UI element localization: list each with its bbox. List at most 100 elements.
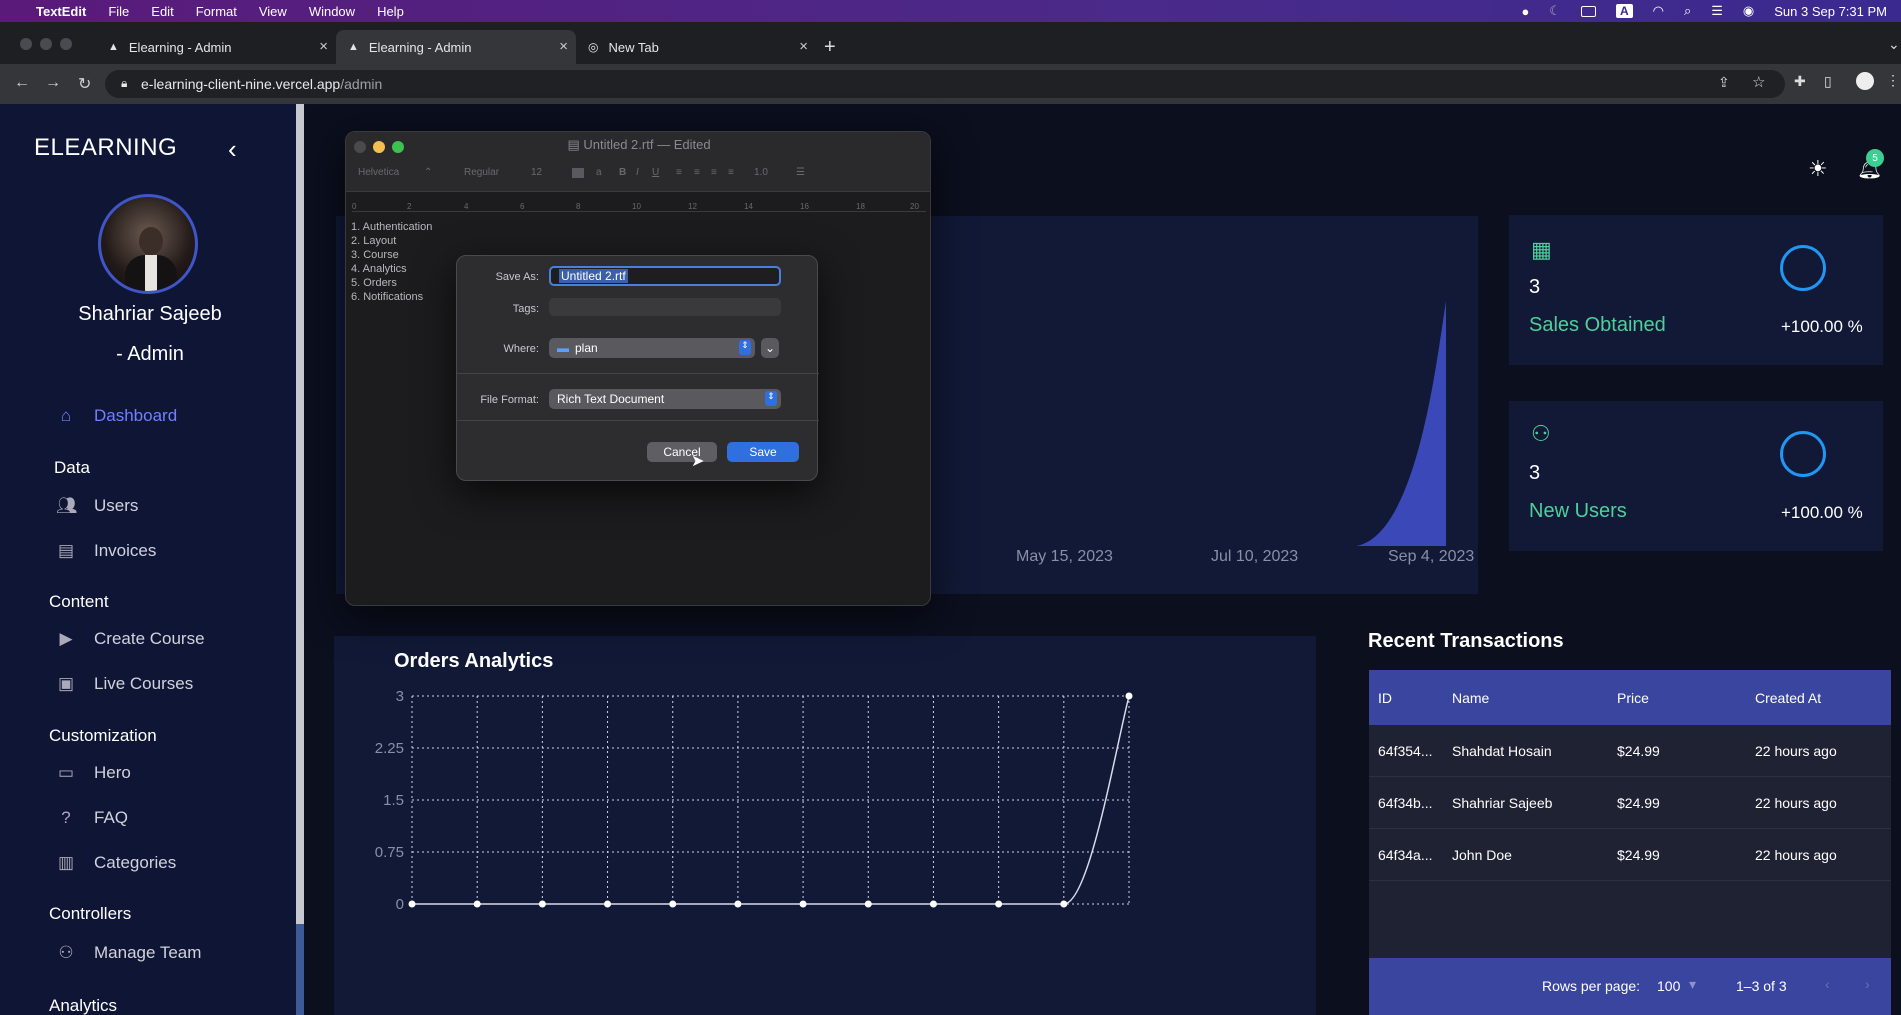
align-left-icon[interactable]: ≡ xyxy=(676,167,682,178)
data-point[interactable] xyxy=(604,900,612,908)
data-point[interactable] xyxy=(1125,692,1133,700)
data-point[interactable] xyxy=(1060,900,1068,908)
expand-dialog-button[interactable]: ⌄ xyxy=(761,338,779,358)
share-icon[interactable]: ⇪ xyxy=(1718,74,1730,91)
data-point[interactable] xyxy=(929,900,937,908)
justify-icon[interactable]: ≡ xyxy=(728,167,734,178)
side-panel-icon[interactable]: ▯ xyxy=(1824,73,1832,90)
sidebar-scrollbar[interactable] xyxy=(296,104,304,1015)
menubar-clock[interactable]: Sun 3 Sep 7:31 PM xyxy=(1774,4,1887,19)
moon-icon[interactable]: ☾ xyxy=(1549,3,1561,19)
menu-window[interactable]: Window xyxy=(309,4,355,19)
forward-button[interactable]: → xyxy=(45,74,61,92)
window-close-button[interactable] xyxy=(20,38,32,50)
bookmark-star-icon[interactable]: ☆ xyxy=(1752,73,1765,91)
data-point[interactable] xyxy=(669,900,677,908)
underline-icon[interactable]: U xyxy=(652,167,659,178)
back-button[interactable]: ← xyxy=(14,74,30,92)
col-name[interactable]: Name xyxy=(1452,690,1617,706)
data-point[interactable] xyxy=(995,900,1003,908)
highlight-icon[interactable]: a xyxy=(596,167,602,178)
list-style-icon[interactable]: ☰ xyxy=(796,167,805,178)
bold-icon[interactable]: B xyxy=(619,167,626,178)
menu-help[interactable]: Help xyxy=(377,4,404,19)
battery-icon[interactable] xyxy=(1580,5,1596,17)
menu-app-name[interactable]: TextEdit xyxy=(36,4,86,19)
text-ruler[interactable]: 0 2 4 6 8 10 12 14 16 18 20 xyxy=(352,192,926,212)
tab-close-icon[interactable]: × xyxy=(559,38,568,55)
input-source-icon[interactable]: A xyxy=(1615,4,1633,18)
col-id[interactable]: ID xyxy=(1369,690,1452,706)
avatar[interactable] xyxy=(98,194,198,294)
align-center-icon[interactable]: ≡ xyxy=(694,167,700,178)
tab-label: Elearning - Admin xyxy=(128,39,232,55)
spotlight-icon[interactable]: ⌕ xyxy=(1684,3,1691,19)
file-format-select[interactable]: Rich Text Document ⇕ xyxy=(549,389,781,409)
data-point[interactable] xyxy=(864,900,872,908)
browser-menu-icon[interactable]: ⋮ xyxy=(1886,72,1900,89)
wifi-icon[interactable]: ◠ xyxy=(1653,3,1664,19)
nav-live-courses[interactable]: ▣ Live Courses xyxy=(56,669,193,699)
text-color-swatch[interactable] xyxy=(572,168,584,178)
table-row[interactable]: 64f354... Shahdat Hosain $24.99 22 hours… xyxy=(1369,725,1891,777)
browser-tab-2[interactable]: ▲ Elearning - Admin × xyxy=(336,30,576,64)
nav-create-course[interactable]: ▶︎ Create Course xyxy=(56,624,204,654)
profile-avatar[interactable] xyxy=(1856,72,1874,90)
menu-edit[interactable]: Edit xyxy=(151,4,173,19)
window-minimize-button[interactable] xyxy=(40,38,52,50)
menu-file[interactable]: File xyxy=(108,4,129,19)
line-spacing-select[interactable]: 1.0 xyxy=(754,167,768,178)
browser-tab-3[interactable]: ◎ New Tab × xyxy=(576,30,816,64)
dropdown-arrow-icon[interactable]: ▾ xyxy=(1689,976,1696,993)
extensions-icon[interactable]: ✚ xyxy=(1794,73,1806,90)
window-zoom-button[interactable] xyxy=(60,38,72,50)
nav-manage-team[interactable]: ⚇ Manage Team xyxy=(56,938,201,968)
data-point[interactable] xyxy=(734,900,742,908)
nav-dashboard[interactable]: ⌂ Dashboard xyxy=(56,401,177,431)
tab-close-icon[interactable]: × xyxy=(319,38,328,55)
tab-search-icon[interactable]: ⌄ xyxy=(1888,36,1900,53)
table-row[interactable]: 64f34b... Shahriar Sajeeb $24.99 22 hour… xyxy=(1369,777,1891,829)
nav-faq[interactable]: ? FAQ xyxy=(56,803,128,833)
nav-categories[interactable]: ▥ Categories xyxy=(56,848,176,878)
collapse-sidebar-icon[interactable]: ‹ xyxy=(228,134,237,165)
cancel-button[interactable]: Cancel xyxy=(647,442,717,462)
save-as-input[interactable]: Untitled 2.rtf xyxy=(549,266,781,286)
scrollbar-thumb[interactable] xyxy=(296,924,304,1015)
brand-logo[interactable]: ELEARNING xyxy=(34,134,177,162)
chevron-icon[interactable]: ⌃ xyxy=(424,167,432,178)
theme-toggle-icon[interactable]: ☀ xyxy=(1808,156,1828,182)
browser-tab-1[interactable]: ▲ Elearning - Admin × xyxy=(96,30,336,64)
address-bar[interactable]: 🔒︎ e-learning-client-nine.vercel.app/adm… xyxy=(105,70,1785,98)
menu-format[interactable]: Format xyxy=(196,4,237,19)
data-point[interactable] xyxy=(473,900,481,908)
nav-invoices[interactable]: ▤ Invoices xyxy=(56,536,156,566)
align-right-icon[interactable]: ≡ xyxy=(711,167,717,178)
font-style-select[interactable]: Regular xyxy=(464,167,499,178)
tags-input[interactable] xyxy=(549,298,781,316)
data-point[interactable] xyxy=(799,900,807,908)
where-select[interactable]: ▬ plan ⇕ xyxy=(549,338,755,358)
new-tab-button[interactable]: + xyxy=(824,36,836,59)
italic-icon[interactable]: I xyxy=(636,167,639,178)
save-button[interactable]: Save xyxy=(727,442,799,462)
data-point[interactable] xyxy=(408,900,416,908)
rows-per-page-select[interactable]: 100 xyxy=(1657,978,1680,994)
siri-icon[interactable]: ◉ xyxy=(1743,3,1754,19)
font-family-select[interactable]: Helvetica xyxy=(358,167,399,178)
table-row[interactable]: 64f34a... John Doe $24.99 22 hours ago xyxy=(1369,829,1891,881)
col-price[interactable]: Price xyxy=(1617,690,1755,706)
prev-page-icon[interactable]: ‹ xyxy=(1825,976,1830,992)
document-text[interactable]: 1. Authentication 2. Layout 3. Course 4.… xyxy=(351,220,432,304)
record-icon[interactable]: ● xyxy=(1521,4,1529,19)
tab-close-icon[interactable]: × xyxy=(799,38,808,55)
menu-view[interactable]: View xyxy=(259,4,287,19)
reload-button[interactable]: ↻ xyxy=(78,74,91,94)
nav-hero[interactable]: ▭ Hero xyxy=(56,758,131,788)
control-center-icon[interactable]: ☰ xyxy=(1711,3,1723,19)
font-size-select[interactable]: 12 xyxy=(531,167,542,178)
next-page-icon[interactable]: › xyxy=(1865,976,1870,992)
nav-users[interactable]: 👥︎ Users xyxy=(56,491,138,521)
col-created-at[interactable]: Created At xyxy=(1755,690,1891,706)
data-point[interactable] xyxy=(538,900,546,908)
